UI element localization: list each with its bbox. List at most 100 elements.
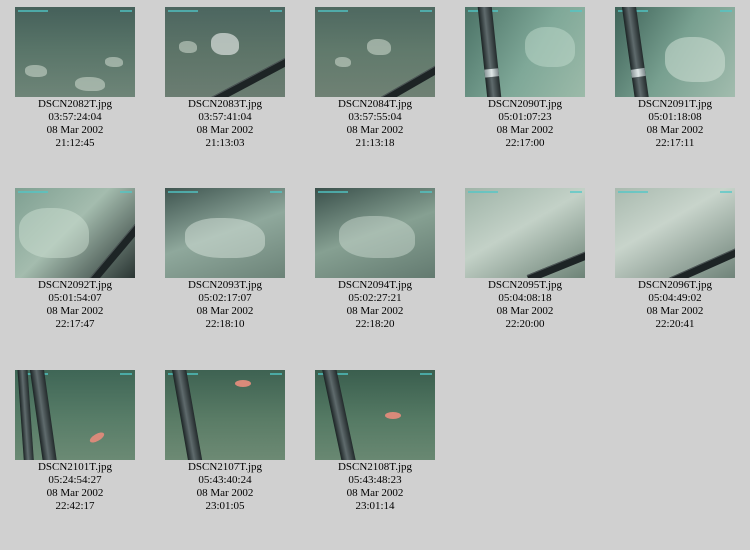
overlay-mark xyxy=(420,10,432,12)
rock-shape xyxy=(367,39,391,55)
fish-shape xyxy=(385,412,401,419)
thumbnail-timecode: 05:01:07:23 xyxy=(498,111,552,123)
thumbnail-time: 22:18:10 xyxy=(205,318,245,330)
thumbnail-date: 08 Mar 2002 xyxy=(496,124,554,136)
pole-shape xyxy=(28,370,60,460)
thumbnail-cell: DSCN2096T.jpg 05:04:49:02 08 Mar 2002 22… xyxy=(600,188,750,331)
overlay-mark xyxy=(270,373,282,375)
thumbnail-image[interactable] xyxy=(165,370,285,460)
overlay-mark xyxy=(168,10,198,12)
overlay-mark xyxy=(720,191,732,193)
thumbnail-date: 08 Mar 2002 xyxy=(46,305,104,317)
thumbnail-cell: DSCN2084T.jpg 03:57:55:04 08 Mar 2002 21… xyxy=(300,7,450,150)
thumbnail-timecode: 05:04:49:02 xyxy=(648,292,702,304)
rock-shape xyxy=(185,218,265,258)
thumbnail-timecode: 05:02:27:21 xyxy=(348,292,402,304)
thumbnail-cell: DSCN2095T.jpg 05:04:08:18 08 Mar 2002 22… xyxy=(450,188,600,331)
thumbnail-date: 08 Mar 2002 xyxy=(646,305,704,317)
thumbnail-time: 22:42:17 xyxy=(55,500,95,512)
thumbnail-image[interactable] xyxy=(15,370,135,460)
thumbnail-timecode: 05:43:40:24 xyxy=(198,474,252,486)
thumbnail-timecode: 03:57:41:04 xyxy=(198,111,252,123)
thumbnail-date: 08 Mar 2002 xyxy=(496,305,554,317)
thumbnail-image[interactable] xyxy=(315,370,435,460)
thumbnail-filename[interactable]: DSCN2101T.jpg xyxy=(0,461,150,474)
rock-shape xyxy=(19,208,89,258)
thumbnail-filename[interactable]: DSCN2093T.jpg xyxy=(150,279,300,292)
thumbnail-time: 21:13:18 xyxy=(355,137,395,149)
thumbnail-image[interactable] xyxy=(165,7,285,97)
thumbnail-filename[interactable]: DSCN2107T.jpg xyxy=(150,461,300,474)
thumbnail-date: 08 Mar 2002 xyxy=(346,124,404,136)
thumbnail-timecode: 05:02:17:07 xyxy=(198,292,252,304)
thumbnail-caption: DSCN2095T.jpg 05:04:08:18 08 Mar 2002 22… xyxy=(450,279,600,331)
thumbnail-cell: DSCN2083T.jpg 03:57:41:04 08 Mar 2002 21… xyxy=(150,7,300,150)
thumbnail-date: 08 Mar 2002 xyxy=(346,305,404,317)
thumbnail-cell: DSCN2091T.jpg 05:01:18:08 08 Mar 2002 22… xyxy=(600,7,750,150)
overlay-mark xyxy=(570,10,582,12)
thumbnail-image[interactable] xyxy=(615,188,735,278)
thumbnail-cell: DSCN2082T.jpg 03:57:24:04 08 Mar 2002 21… xyxy=(0,7,150,150)
thumbnail-filename[interactable]: DSCN2095T.jpg xyxy=(450,279,600,292)
overlay-mark xyxy=(120,191,132,193)
thumbnail-image[interactable] xyxy=(15,7,135,97)
thumbnail-filename[interactable]: DSCN2083T.jpg xyxy=(150,98,300,111)
thumbnail-time: 22:18:20 xyxy=(355,318,395,330)
thumbnail-filename[interactable]: DSCN2082T.jpg xyxy=(0,98,150,111)
thumbnail-image[interactable] xyxy=(165,188,285,278)
thumbnail-caption: DSCN2083T.jpg 03:57:41:04 08 Mar 2002 21… xyxy=(150,98,300,150)
thumbnail-time: 22:17:00 xyxy=(505,137,545,149)
thumbnail-filename[interactable]: DSCN2096T.jpg xyxy=(600,279,750,292)
thumbnail-cell: DSCN2092T.jpg 05:01:54:07 08 Mar 2002 22… xyxy=(0,188,150,331)
rail-shape xyxy=(667,242,735,278)
thumbnail-caption: DSCN2096T.jpg 05:04:49:02 08 Mar 2002 22… xyxy=(600,279,750,331)
thumbnail-filename[interactable]: DSCN2094T.jpg xyxy=(300,279,450,292)
thumbnail-caption: DSCN2084T.jpg 03:57:55:04 08 Mar 2002 21… xyxy=(300,98,450,150)
thumbnail-time: 23:01:05 xyxy=(205,500,245,512)
rail-shape xyxy=(208,56,285,97)
overlay-mark xyxy=(168,191,198,193)
thumbnail-caption: DSCN2107T.jpg 05:43:40:24 08 Mar 2002 23… xyxy=(150,461,300,513)
rock-shape xyxy=(335,57,351,67)
thumbnail-caption: DSCN2094T.jpg 05:02:27:21 08 Mar 2002 22… xyxy=(300,279,450,331)
thumbnail-timecode: 05:04:08:18 xyxy=(498,292,552,304)
thumbnail-date: 08 Mar 2002 xyxy=(46,487,104,499)
overlay-mark xyxy=(270,10,282,12)
overlay-mark xyxy=(318,10,348,12)
thumbnail-date: 08 Mar 2002 xyxy=(196,124,254,136)
thumbnail-caption: DSCN2090T.jpg 05:01:07:23 08 Mar 2002 22… xyxy=(450,98,600,150)
thumbnail-caption: DSCN2092T.jpg 05:01:54:07 08 Mar 2002 22… xyxy=(0,279,150,331)
thumbnail-filename[interactable]: DSCN2092T.jpg xyxy=(0,279,150,292)
thumbnail-time: 22:17:11 xyxy=(655,137,695,149)
thumbnail-filename[interactable]: DSCN2084T.jpg xyxy=(300,98,450,111)
thumbnail-image[interactable] xyxy=(615,7,735,97)
thumbnail-caption: DSCN2093T.jpg 05:02:17:07 08 Mar 2002 22… xyxy=(150,279,300,331)
thumbnail-image[interactable] xyxy=(465,7,585,97)
overlay-mark xyxy=(468,191,498,193)
thumbnail-cell: DSCN2107T.jpg 05:43:40:24 08 Mar 2002 23… xyxy=(150,370,300,513)
thumbnail-time: 21:13:03 xyxy=(205,137,245,149)
overlay-mark xyxy=(420,373,432,375)
thumbnail-timecode: 03:57:24:04 xyxy=(48,111,102,123)
overlay-mark xyxy=(570,191,582,193)
thumbnail-image[interactable] xyxy=(315,7,435,97)
overlay-mark xyxy=(318,191,348,193)
thumbnail-time: 23:01:14 xyxy=(355,500,395,512)
overlay-mark xyxy=(720,10,732,12)
thumbnail-image[interactable] xyxy=(15,188,135,278)
thumbnail-date: 08 Mar 2002 xyxy=(46,124,104,136)
thumbnail-filename[interactable]: DSCN2091T.jpg xyxy=(600,98,750,111)
thumbnail-timecode: 03:57:55:04 xyxy=(348,111,402,123)
thumbnail-filename[interactable]: DSCN2090T.jpg xyxy=(450,98,600,111)
rock-shape xyxy=(179,41,197,53)
thumbnail-timecode: 05:43:48:23 xyxy=(348,474,402,486)
thumbnail-caption: DSCN2108T.jpg 05:43:48:23 08 Mar 2002 23… xyxy=(300,461,450,513)
thumbnail-timecode: 05:24:54:27 xyxy=(48,474,102,486)
rail-shape xyxy=(88,210,135,278)
thumbnail-date: 08 Mar 2002 xyxy=(346,487,404,499)
thumbnail-filename[interactable]: DSCN2108T.jpg xyxy=(300,461,450,474)
thumbnail-date: 08 Mar 2002 xyxy=(646,124,704,136)
rail-shape xyxy=(379,53,435,97)
thumbnail-image[interactable] xyxy=(465,188,585,278)
thumbnail-image[interactable] xyxy=(315,188,435,278)
